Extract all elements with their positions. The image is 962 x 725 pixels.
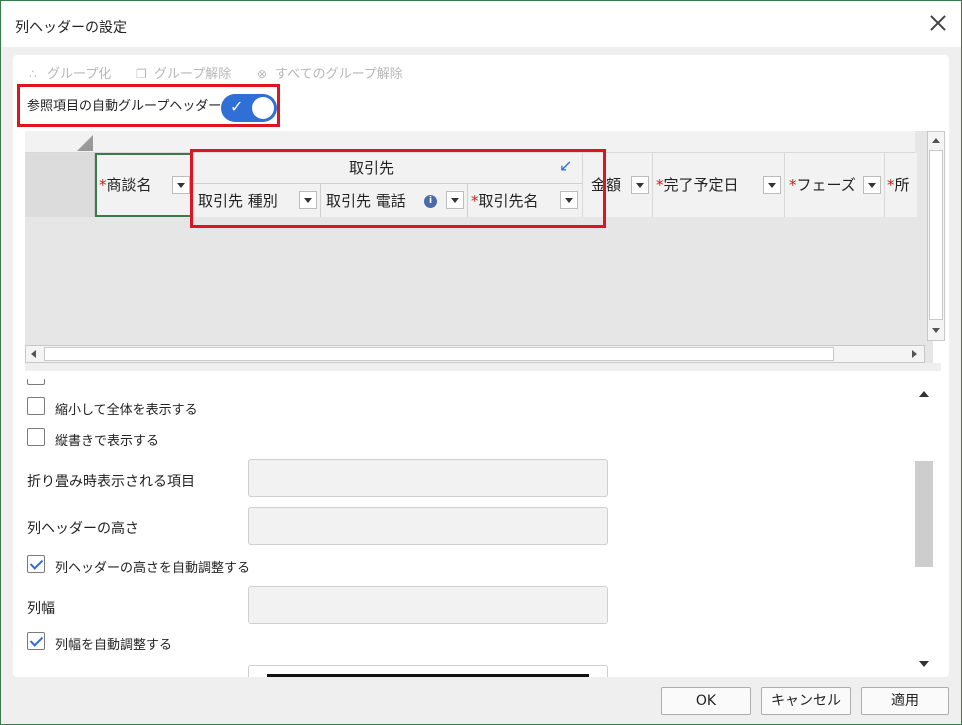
section-divider xyxy=(25,363,941,371)
auto-column-width-label: 列幅を自動調整する xyxy=(55,638,173,653)
scroll-thumb[interactable] xyxy=(915,461,933,567)
vertical-text-checkbox[interactable] xyxy=(27,428,45,446)
options-vertical-scrollbar[interactable] xyxy=(913,383,935,673)
column-width-label: 列幅 xyxy=(27,601,55,617)
auto-column-width-checkbox[interactable] xyxy=(27,632,45,650)
column-label: 完了予定日 xyxy=(663,176,739,194)
apply-button[interactable]: 適用 xyxy=(861,687,949,715)
scroll-down-icon[interactable] xyxy=(919,661,929,667)
scroll-thumb[interactable] xyxy=(929,150,943,320)
scroll-thumb[interactable] xyxy=(44,347,834,361)
scroll-left-icon[interactable] xyxy=(31,350,36,358)
collapsed-item-label: 折り畳み時表示される項目 xyxy=(27,474,195,490)
column-header-settings-dialog: 列ヘッダーの設定 ∴ グループ化 ❐ グループ解除 ⊗ すべてのグループ解除 参照項目… xyxy=(0,0,962,725)
shrink-to-fit-label: 縮小して全体を表示する xyxy=(55,403,198,418)
ungroup-icon: ❐ xyxy=(136,67,147,81)
auto-header-height-label: 列ヘッダーの高さを自動調整する xyxy=(55,561,251,576)
close-icon[interactable] xyxy=(927,12,949,34)
header-height-label: 列ヘッダーの高さ xyxy=(27,521,139,537)
column-width-field[interactable] xyxy=(248,586,608,624)
auto-header-height-checkbox[interactable] xyxy=(27,555,45,573)
column-label: 所 xyxy=(894,176,910,194)
group-button[interactable]: ∴ グループ化 xyxy=(29,63,111,82)
scroll-up-icon[interactable] xyxy=(919,391,929,397)
settings-panel: ∴ グループ化 ❐ グループ解除 ⊗ すべてのグループ解除 参照項目の自動グループヘッ… xyxy=(13,55,949,677)
cancel-button[interactable]: キャンセル xyxy=(761,687,851,715)
toggle-knob xyxy=(252,97,274,119)
column-header-owner[interactable]: *所 xyxy=(885,153,917,217)
column-header-close-date[interactable]: *完了予定日 xyxy=(653,153,785,217)
color-swatch xyxy=(267,674,589,677)
scroll-down-icon[interactable] xyxy=(932,328,940,333)
shrink-to-fit-checkbox[interactable] xyxy=(27,397,45,415)
dialog-title: 列ヘッダーの設定 xyxy=(15,20,127,36)
hierarchy-icon: ∴ xyxy=(29,67,37,81)
title-bar: 列ヘッダーの設定 xyxy=(1,1,961,47)
header-height-field[interactable] xyxy=(248,507,608,545)
auto-group-label: 参照項目の自動グループヘッダー xyxy=(27,99,222,114)
scroll-up-icon[interactable] xyxy=(932,138,940,143)
auto-group-toggle[interactable]: ✓ xyxy=(221,94,277,122)
ungroup-all-button[interactable]: ⊗ すべてのグループ解除 xyxy=(257,63,403,82)
color-picker-field[interactable] xyxy=(248,665,608,677)
ungroup-button[interactable]: ❐ グループ解除 xyxy=(136,63,231,82)
dropdown-icon[interactable] xyxy=(863,176,881,194)
vertical-text-label: 縦書きで表示する xyxy=(55,434,160,449)
column-header-grid: *商談名 取引先 ↙ 取引先 種別 取引先 電話 i *取引先名 金額 *完了予… xyxy=(25,131,933,371)
dropdown-icon[interactable] xyxy=(631,176,649,194)
collapsed-item-field[interactable] xyxy=(248,459,608,497)
partial-checkbox[interactable] xyxy=(27,379,45,385)
ok-button[interactable]: OK xyxy=(661,687,751,715)
selected-column-box xyxy=(95,153,193,217)
scroll-right-icon[interactable] xyxy=(912,350,917,358)
dropdown-icon[interactable] xyxy=(763,176,781,194)
highlight-box-account-group xyxy=(190,149,606,228)
row-header xyxy=(25,153,95,217)
column-label: フェーズ xyxy=(796,176,856,194)
remove-circle-icon: ⊗ xyxy=(257,67,268,81)
column-header-phase[interactable]: *フェーズ xyxy=(785,153,885,217)
grid-vertical-scrollbar[interactable] xyxy=(927,131,945,341)
grid-horizontal-scrollbar[interactable] xyxy=(25,345,925,363)
grid-corner-icon[interactable] xyxy=(77,135,93,151)
options-form: 縮小して全体を表示する 縦書きで表示する 折り畳み時表示される項目 列ヘッダーの… xyxy=(27,379,907,677)
check-icon: ✓ xyxy=(230,97,244,116)
